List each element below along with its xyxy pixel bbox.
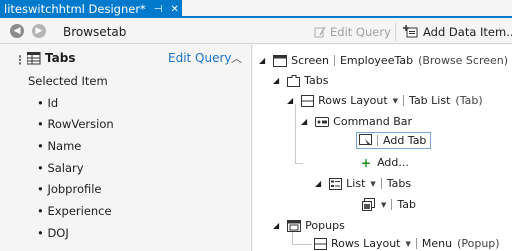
add-data-item-label: Add Data Item...: [423, 25, 512, 39]
popups-icon: [287, 219, 302, 232]
add-more-label: Add...: [377, 156, 409, 169]
property-item[interactable]: • DOJ: [0, 223, 251, 245]
property-item[interactable]: • RowVersion: [0, 114, 251, 136]
screen-name-label: EmployeeTab: [339, 54, 414, 67]
tree-node-tabs[interactable]: ◢ Tabs: [273, 71, 329, 90]
add-data-item-button[interactable]: Add Data Item...: [403, 23, 512, 41]
command-bar-icon: [315, 116, 330, 127]
expand-triangle-icon[interactable]: ◢: [273, 221, 279, 230]
tree-node-command-bar[interactable]: ◢ Command Bar: [301, 112, 412, 131]
document-tab-title: liteswitchhtml Designer*: [4, 2, 146, 16]
tree-guide-line: [295, 163, 303, 164]
property-item[interactable]: • Salary: [0, 158, 251, 180]
tab-item-icon: [362, 197, 375, 211]
forward-arrow-icon[interactable]: ▶: [32, 24, 46, 38]
expand-triangle-icon[interactable]: ◢: [259, 56, 265, 65]
separator: [380, 178, 382, 189]
screen-icon: [273, 54, 288, 67]
button-icon: [359, 134, 372, 147]
tab-list-label: Tab List: [409, 94, 451, 107]
tabs-query-header: ⋮ Tabs Edit Query ︿: [0, 50, 252, 68]
tree-node-add-tab[interactable]: Add Tab: [356, 132, 432, 149]
add-data-item-icon: [403, 25, 418, 38]
expand-triangle-icon[interactable]: ◢: [301, 117, 307, 126]
popups-label: Popups: [305, 219, 345, 232]
tab-list-type: (Tab): [455, 94, 483, 107]
dropdown-arrow-icon[interactable]: ▼: [381, 201, 386, 209]
expand-triangle-icon[interactable]: ◢: [273, 76, 279, 85]
selected-item-group[interactable]: Selected Item: [0, 71, 251, 93]
query-title: Tabs: [45, 51, 76, 65]
tree-node-tab-item[interactable]: ▼ Tab: [361, 195, 416, 214]
dropdown-arrow-icon[interactable]: ▼: [370, 180, 375, 188]
designer-toolbar: ◀ ▶ Browsetab Edit Query Add Data Item..…: [0, 20, 512, 44]
tree-node-add-more[interactable]: + Add...: [361, 153, 409, 172]
edit-query-button[interactable]: Edit Query: [314, 23, 391, 41]
tree-node-popup-menu[interactable]: Rows Layout ▼ Menu (Popup): [314, 234, 500, 251]
popup-rows-layout-label: Rows Layout: [331, 237, 401, 250]
list-icon: [329, 177, 343, 190]
screen-type-label: (Browse Screen): [418, 54, 509, 67]
data-item-list: Selected Item • Id • RowVersion • Name •…: [0, 71, 251, 245]
pin-icon[interactable]: ⊣: [154, 4, 163, 15]
menu-label: Menu: [421, 237, 453, 250]
separator: [377, 135, 378, 146]
separator: [403, 95, 405, 106]
edit-query-link[interactable]: Edit Query: [168, 51, 232, 65]
tree-guide-line: [295, 104, 296, 164]
menu-type-label: (Popup): [457, 237, 500, 250]
drag-handle-icon[interactable]: ⋮: [14, 53, 26, 67]
toolbar-separator: [395, 23, 396, 41]
content-tree-panel: ◢ Screen EmployeeTab (Browse Screen) ◢ T…: [253, 45, 512, 251]
screen-name: Browsetab: [63, 25, 127, 39]
expand-triangle-icon[interactable]: ◢: [287, 96, 293, 105]
tree-node-screen[interactable]: ◢ Screen EmployeeTab (Browse Screen): [259, 51, 508, 70]
designer-document-tab[interactable]: liteswitchhtml Designer* ⊣ ✕: [0, 0, 182, 18]
data-items-panel: ⋮ Tabs Edit Query ︿ Selected Item • Id •…: [0, 45, 252, 251]
tree-node-tab-list[interactable]: ◢ Rows Layout ▼ Tab List (Tab): [287, 91, 483, 110]
list-source-label: Tabs: [386, 177, 412, 190]
dropdown-arrow-icon[interactable]: ▼: [406, 240, 411, 248]
separator: [333, 55, 335, 66]
property-item[interactable]: • Name: [0, 136, 251, 158]
rows-layout-label: Rows Layout: [318, 94, 388, 107]
document-tabstrip: liteswitchhtml Designer* ⊣ ✕: [0, 0, 512, 18]
property-item[interactable]: • Id: [0, 93, 251, 115]
add-plus-icon: +: [361, 155, 372, 170]
tabs-icon: [287, 74, 301, 87]
rows-layout-icon: [301, 94, 315, 107]
tree-guide-line: [292, 244, 312, 245]
table-icon: [27, 52, 41, 65]
tree-node-list[interactable]: ◢ List ▼ Tabs: [315, 174, 411, 193]
add-tab-label: Add Tab: [383, 134, 427, 147]
collapse-chevron-icon[interactable]: ︿: [231, 50, 242, 66]
rows-layout-icon: [314, 237, 327, 250]
command-bar-label: Command Bar: [333, 115, 412, 128]
dropdown-arrow-icon[interactable]: ▼: [393, 97, 398, 105]
edit-query-label: Edit Query: [330, 25, 391, 39]
back-arrow-icon[interactable]: ◀: [10, 24, 24, 38]
close-icon[interactable]: ✕: [171, 4, 179, 15]
expand-triangle-icon[interactable]: ◢: [315, 179, 321, 188]
tabs-label: Tabs: [304, 74, 329, 87]
list-label: List: [346, 177, 366, 190]
edit-query-icon: [314, 26, 326, 38]
property-item[interactable]: • Experience: [0, 201, 251, 223]
separator: [391, 199, 393, 210]
property-item[interactable]: • Jobprofile: [0, 179, 251, 201]
tab-item-label: Tab: [397, 198, 417, 211]
tree-node-popups[interactable]: ◢ Popups: [273, 216, 345, 235]
separator: [415, 238, 417, 249]
